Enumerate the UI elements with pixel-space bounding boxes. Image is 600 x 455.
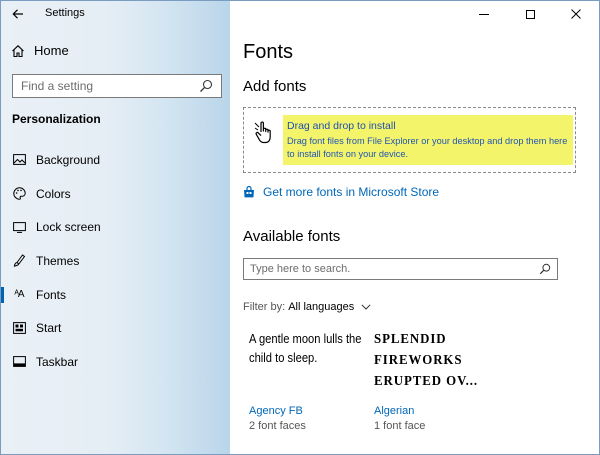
search-icon[interactable] — [539, 263, 551, 275]
sidebar: Settings Home Personalization Background… — [1, 1, 230, 454]
sidebar-item-label: Taskbar — [36, 354, 79, 369]
sidebar-item-label: Themes — [36, 253, 80, 268]
font-faces-count: 1 font face — [374, 420, 426, 432]
sidebar-item-label: Background — [36, 152, 101, 167]
font-search-box[interactable] — [243, 258, 558, 280]
hand-cursor-icon — [254, 121, 271, 144]
start-icon — [12, 321, 26, 335]
font-name: Algerian — [374, 405, 415, 417]
home-label: Home — [34, 43, 69, 58]
font-preview: SPLENDID FIREWORKS ERUPTED OV... — [374, 332, 479, 389]
font-card-algerian[interactable]: SPLENDID FIREWORKS ERUPTED OV... Algeria… — [374, 329, 499, 432]
back-arrow-icon — [12, 9, 23, 19]
sidebar-item-label: Colors — [36, 186, 71, 201]
add-fonts-heading: Add fonts — [243, 78, 307, 95]
background-icon — [12, 153, 26, 167]
sidebar-nav: Background Colors Lock screen Themes ᴬA … — [1, 143, 230, 379]
language-filter[interactable]: Filter by: All languages — [243, 301, 371, 313]
search-icon[interactable] — [199, 79, 213, 93]
drop-zone-title: Drag and drop to install — [287, 120, 396, 132]
font-search-input[interactable] — [250, 263, 539, 275]
sidebar-item-colors[interactable]: Colors — [1, 177, 230, 211]
main-content: Fonts Add fonts Drag and drop to install… — [230, 1, 599, 454]
sidebar-item-themes[interactable]: Themes — [1, 244, 230, 278]
sidebar-item-label: Fonts — [36, 287, 67, 302]
sidebar-item-label: Lock screen — [36, 220, 101, 235]
sidebar-item-label: Start — [36, 321, 62, 336]
sidebar-item-start[interactable]: Start — [1, 311, 230, 345]
home-link[interactable]: Home — [11, 43, 69, 58]
sidebar-item-taskbar[interactable]: Taskbar — [1, 345, 230, 379]
app-title: Settings — [45, 7, 85, 19]
section-title: Personalization — [12, 112, 101, 126]
store-link-label: Get more fonts in Microsoft Store — [263, 185, 440, 199]
available-fonts-heading: Available fonts — [243, 228, 341, 245]
page-title: Fonts — [243, 41, 294, 63]
palette-icon — [12, 187, 26, 201]
filter-value: All languages — [288, 301, 355, 313]
font-drop-zone[interactable]: Drag and drop to install Drag font files… — [243, 107, 576, 173]
settings-window: Settings Home Personalization Background… — [0, 0, 600, 455]
font-name: Agency FB — [249, 405, 303, 417]
font-preview: A gentle moon lulls the child to sleep. — [249, 331, 362, 365]
fonts-icon: ᴬA — [14, 289, 24, 301]
find-setting-search[interactable] — [12, 74, 222, 98]
sidebar-item-lock-screen[interactable]: Lock screen — [1, 210, 230, 244]
sidebar-item-background[interactable]: Background — [1, 143, 230, 177]
find-setting-input[interactable] — [21, 79, 199, 93]
drop-zone-description: Drag font files from File Explorer or yo… — [287, 136, 568, 159]
home-icon — [12, 44, 24, 57]
lock-screen-icon — [12, 220, 26, 234]
themes-icon — [12, 254, 26, 268]
back-button[interactable] — [9, 5, 27, 23]
taskbar-icon — [12, 355, 26, 369]
font-faces-count: 2 font faces — [249, 420, 306, 432]
microsoft-store-link[interactable]: Get more fonts in Microsoft Store — [243, 185, 439, 199]
store-icon — [244, 186, 254, 198]
font-card-agency-fb[interactable]: A gentle moon lulls the child to sleep. … — [249, 329, 374, 432]
sidebar-item-fonts[interactable]: ᴬA Fonts — [1, 278, 230, 312]
chevron-down-icon — [361, 304, 371, 310]
filter-label: Filter by: — [243, 301, 286, 313]
